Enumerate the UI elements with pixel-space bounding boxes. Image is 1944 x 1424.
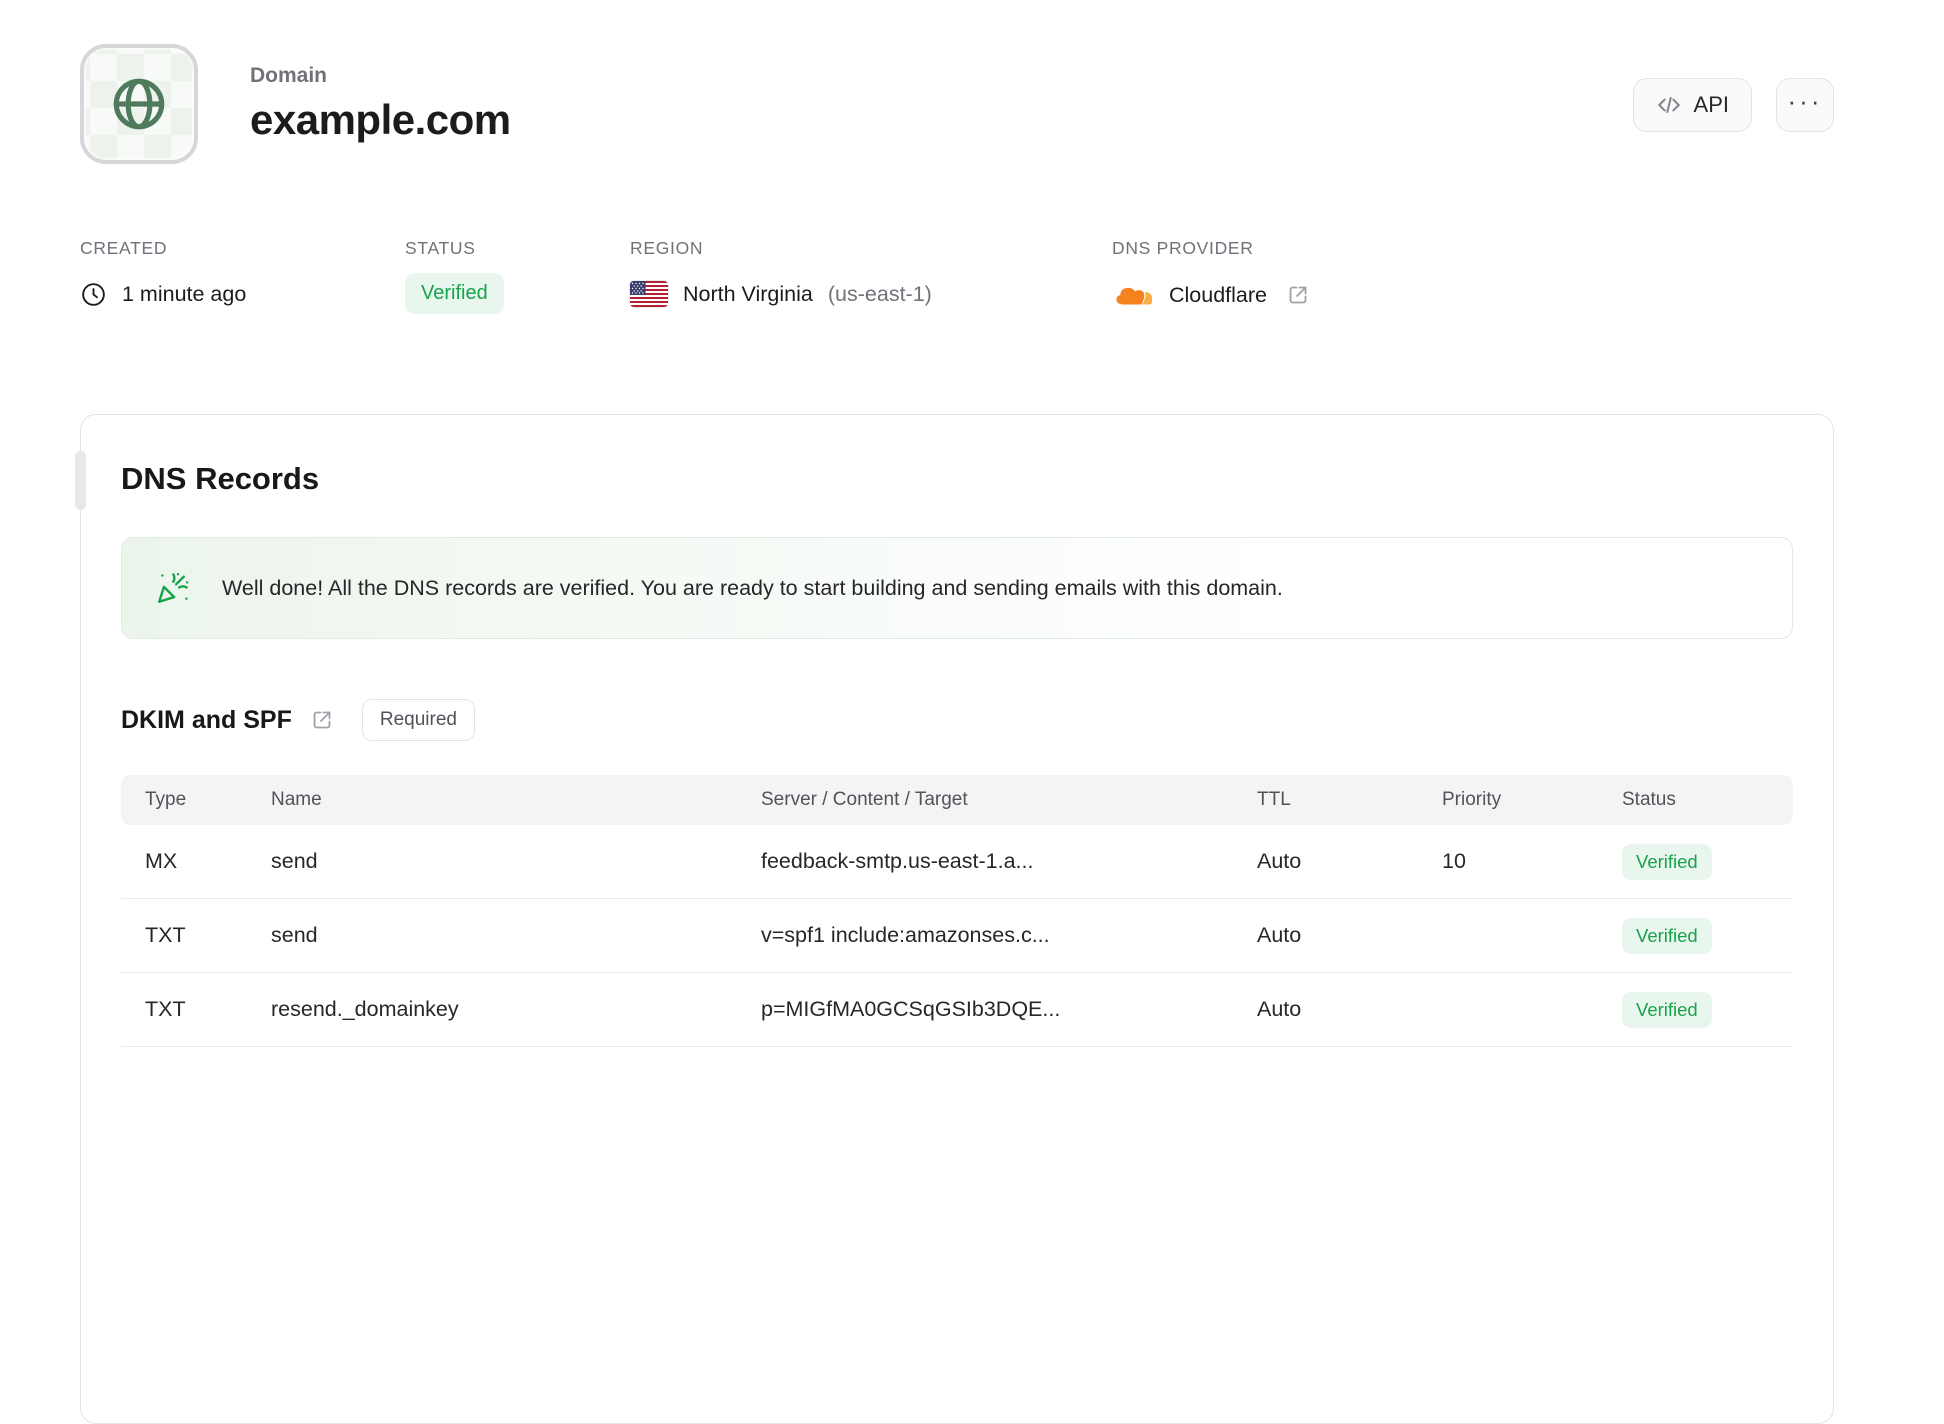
column-header-content: Server / Content / Target <box>761 789 968 810</box>
column-header-priority: Priority <box>1442 789 1502 810</box>
topbar-actions: API ··· <box>1632 78 1834 132</box>
cloudflare-icon <box>1112 281 1154 309</box>
domain-avatar <box>80 44 198 164</box>
record-content: p=MIGfMA0GCSqGSIb3DQE... <box>761 997 1061 1021</box>
record-priority: 10 <box>1442 849 1466 873</box>
dns-provider-name: Cloudflare <box>1169 282 1267 307</box>
dkim-external-link-icon[interactable] <box>310 708 334 732</box>
record-ttl: Auto <box>1257 923 1302 947</box>
domain-titles: Domain example.com <box>250 64 511 144</box>
dns-records-title: DNS Records <box>121 461 320 496</box>
meta-status: STATUS Verified <box>405 238 630 314</box>
verified-badge: Verified <box>1622 917 1712 954</box>
us-flag-icon <box>630 281 668 307</box>
page-header: Domain example.com API ··· <box>80 44 1834 164</box>
more-button[interactable]: ··· <box>1776 78 1834 132</box>
domain-detail-page: Domain example.com API ··· CREATED 1 min… <box>0 0 1944 1424</box>
api-button[interactable]: API <box>1632 78 1752 132</box>
record-name: resend._domainkey <box>271 997 459 1021</box>
party-popper-icon <box>156 571 190 605</box>
record-status-cell: Verified <box>1622 917 1769 954</box>
external-link-icon[interactable] <box>1286 283 1310 307</box>
dns-provider-value: Cloudflare <box>1112 281 1310 309</box>
column-header-type: Type <box>145 789 187 810</box>
record-ttl: Auto <box>1257 997 1302 1021</box>
column-header-status: Status <box>1622 789 1676 810</box>
required-badge: Required <box>361 699 475 741</box>
record-name: send <box>271 849 318 873</box>
created-text: 1 minute ago <box>122 282 247 306</box>
dkim-spf-header: DKIM and SPF Required <box>121 699 1793 741</box>
record-name: send <box>271 923 318 947</box>
table-row: TXT send v=spf1 include:amazonses.c... A… <box>121 899 1793 973</box>
api-button-label: API <box>1693 92 1729 117</box>
region-value: North Virginia (us-east-1) <box>630 281 1112 307</box>
status-badge: Verified <box>405 273 504 314</box>
clock-icon <box>80 281 107 308</box>
success-banner: Well done! All the DNS records are verif… <box>121 537 1793 639</box>
domain-identity: Domain example.com <box>80 44 511 164</box>
record-type: TXT <box>145 997 186 1021</box>
region-code: (us-east-1) <box>827 281 932 306</box>
code-icon <box>1656 92 1682 118</box>
created-value: 1 minute ago <box>80 281 405 308</box>
record-status-cell: Verified <box>1622 843 1769 880</box>
created-label: CREATED <box>80 238 168 258</box>
verified-badge: Verified <box>1622 843 1712 880</box>
column-header-name: Name <box>271 789 322 810</box>
table-row: MX send feedback-smtp.us-east-1.a... Aut… <box>121 825 1793 899</box>
ellipsis-icon: ··· <box>1787 85 1823 116</box>
verified-badge: Verified <box>1622 991 1712 1028</box>
table-header-row: Type Name Server / Content / Target TTL … <box>121 775 1793 825</box>
record-type: TXT <box>145 923 186 947</box>
banner-message: Well done! All the DNS records are verif… <box>222 575 1283 600</box>
dns-records-card: DNS Records Well done! All the DNS recor… <box>75 414 1834 1424</box>
record-content: feedback-smtp.us-east-1.a... <box>761 849 1034 873</box>
region-label: REGION <box>630 238 704 258</box>
table-row: TXT resend._domainkey p=MIGfMA0GCSqGSIb3… <box>121 973 1793 1047</box>
record-status-cell: Verified <box>1622 991 1769 1028</box>
dkim-spf-title: DKIM and SPF <box>121 705 292 734</box>
record-type: MX <box>145 849 178 873</box>
record-ttl: Auto <box>1257 849 1302 873</box>
page-title: example.com <box>250 96 511 143</box>
record-content: v=spf1 include:amazonses.c... <box>761 923 1050 947</box>
status-label: STATUS <box>405 238 476 258</box>
dns-provider-label: DNS PROVIDER <box>1112 238 1254 258</box>
column-header-ttl: TTL <box>1257 789 1291 810</box>
page-eyebrow: Domain <box>250 64 328 87</box>
dns-records-table: Type Name Server / Content / Target TTL … <box>121 775 1793 1047</box>
region-name: North Virginia <box>683 281 813 306</box>
meta-created: CREATED 1 minute ago <box>80 238 405 314</box>
globe-icon <box>106 71 172 137</box>
section-indicator <box>75 451 86 510</box>
meta-region: REGION North Virginia (us-east-1) <box>630 238 1112 314</box>
meta-dns-provider: DNS PROVIDER Cloudflare <box>1112 238 1310 314</box>
domain-meta: CREATED 1 minute ago STATUS Verified REG… <box>80 238 1834 314</box>
